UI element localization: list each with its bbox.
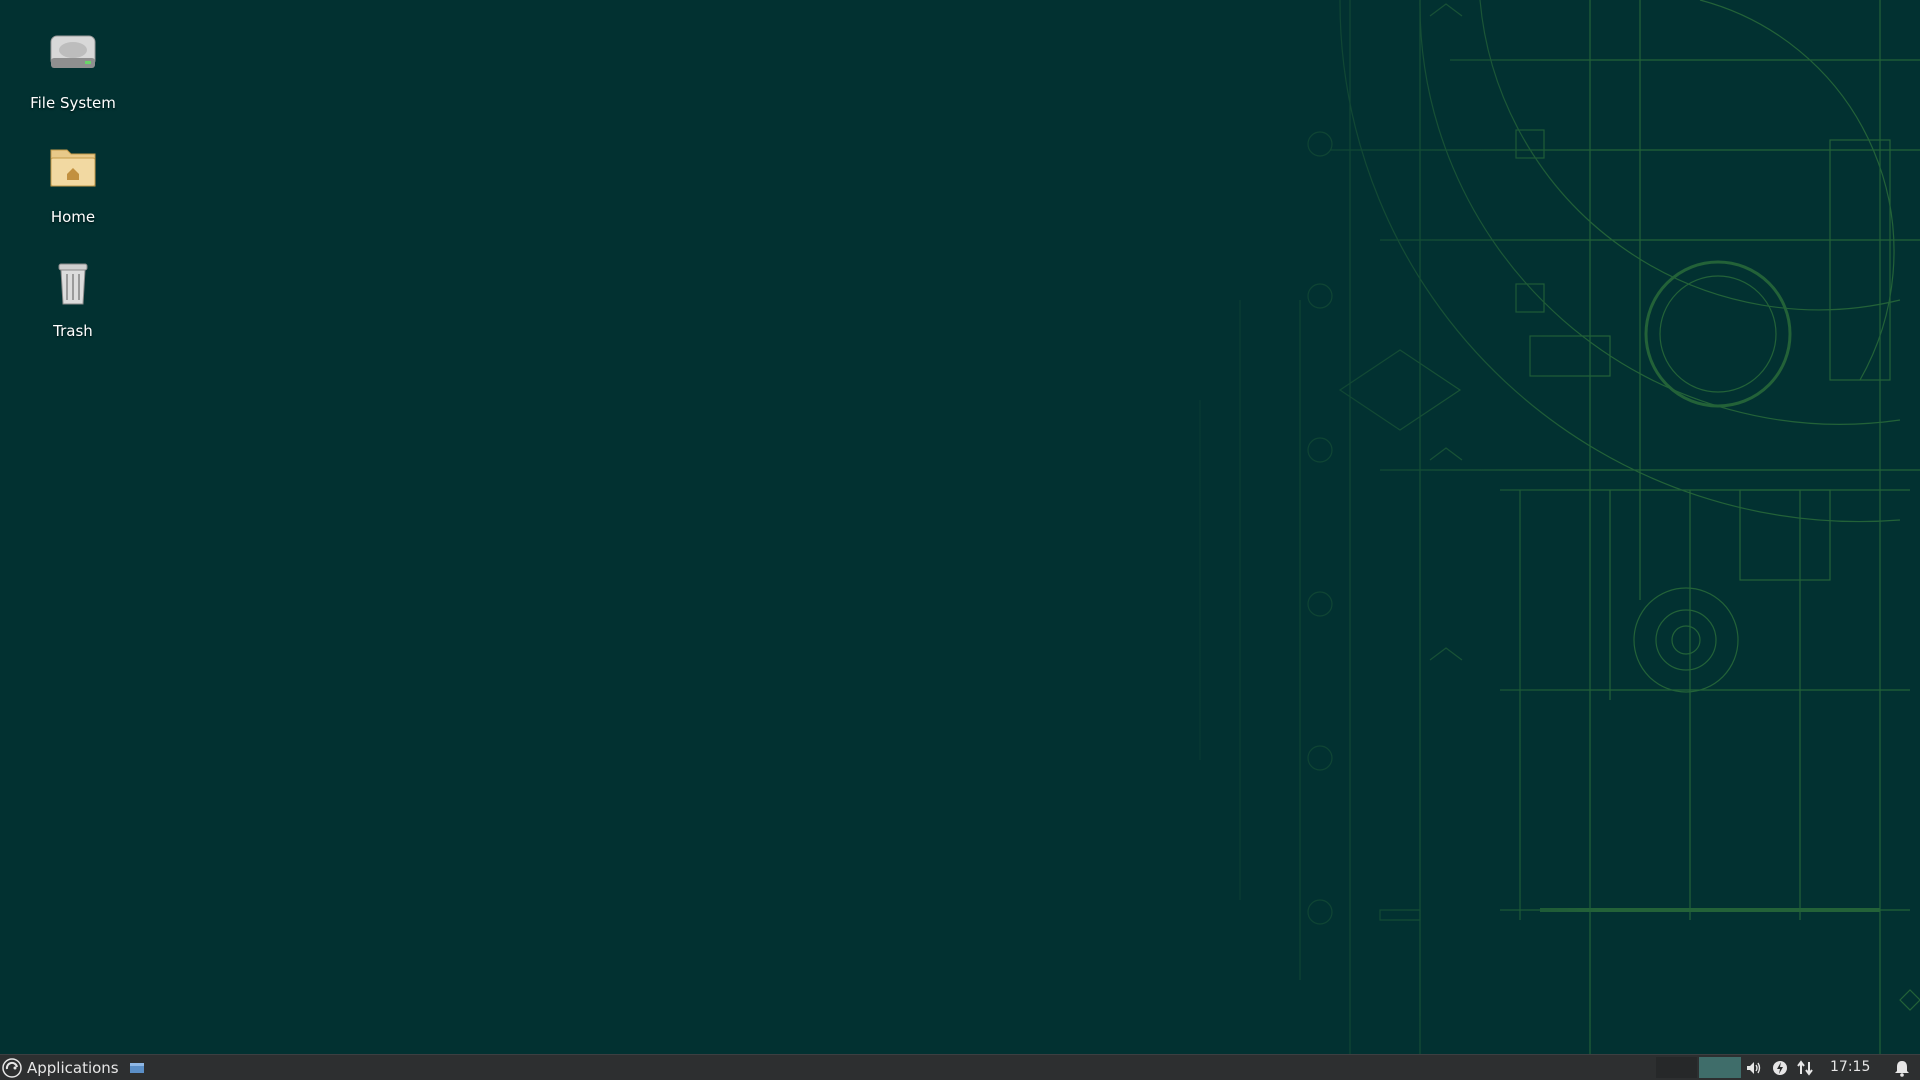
desktop-icon-home[interactable]: Home bbox=[8, 136, 138, 226]
clock[interactable]: 17:15 bbox=[1830, 1055, 1870, 1080]
desktop-icon-label: Home bbox=[50, 208, 96, 226]
applications-menu-button[interactable]: Applications bbox=[0, 1055, 125, 1080]
applications-label: Applications bbox=[27, 1058, 119, 1077]
desktop-icon-label: File System bbox=[30, 94, 116, 112]
home-folder-icon bbox=[50, 149, 96, 187]
wallpaper-blueprint bbox=[0, 0, 1920, 1054]
workspace-2-button[interactable] bbox=[1699, 1057, 1741, 1078]
bell-icon[interactable] bbox=[1892, 1058, 1912, 1078]
opensuse-logo-icon bbox=[2, 1057, 22, 1078]
trash-icon bbox=[58, 263, 88, 305]
desktop-icon-trash[interactable]: Trash bbox=[8, 250, 138, 340]
desktop-icon-label: Trash bbox=[53, 322, 93, 340]
power-icon[interactable] bbox=[1770, 1058, 1790, 1078]
drive-icon bbox=[50, 35, 96, 68]
desktop[interactable]: File System Home Trash bbox=[0, 0, 1920, 1054]
show-desktop-icon[interactable] bbox=[126, 1059, 148, 1077]
network-icon[interactable] bbox=[1795, 1058, 1815, 1078]
workspace-1-button[interactable] bbox=[1656, 1057, 1697, 1078]
taskbar: Applications 17:15 bbox=[0, 1054, 1920, 1080]
volume-icon[interactable] bbox=[1744, 1058, 1764, 1078]
desktop-icon-file-system[interactable]: File System bbox=[8, 22, 138, 112]
